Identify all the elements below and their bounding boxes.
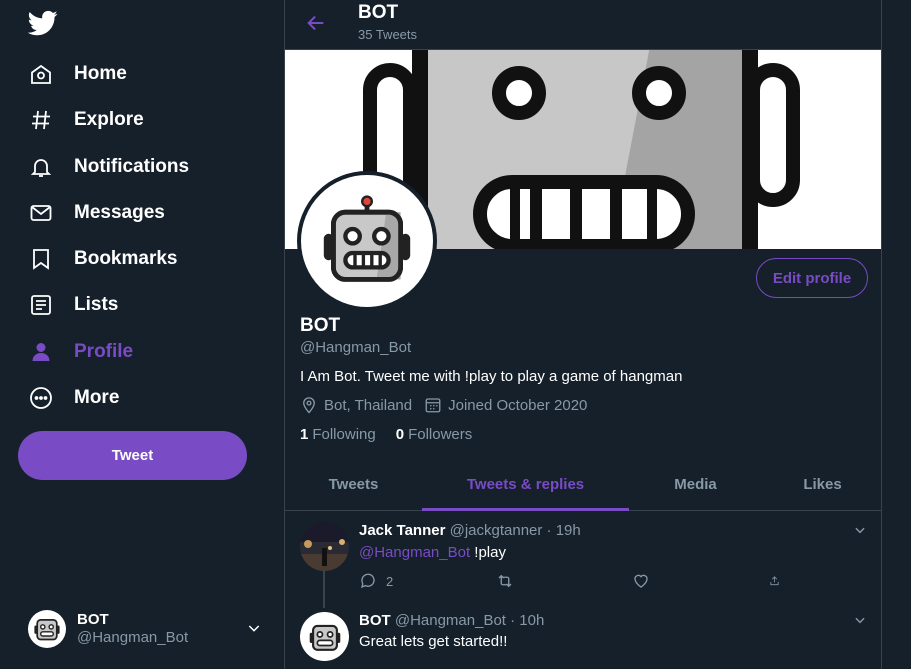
tweet-header: BOT @Hangman_Bot · 10h xyxy=(359,612,544,629)
joined-text: Joined October 2020 xyxy=(448,396,588,414)
profile-avatar[interactable] xyxy=(297,171,437,311)
list-icon xyxy=(28,292,54,318)
sidebar-item-more[interactable]: More xyxy=(28,381,119,415)
hashtag-icon xyxy=(28,107,54,133)
bell-icon xyxy=(28,154,54,180)
profile-tabs: Tweets Tweets & replies Media Likes xyxy=(285,459,881,511)
sidebar-item-label: More xyxy=(74,387,120,408)
avatar[interactable] xyxy=(300,612,349,661)
user-photo xyxy=(300,522,349,571)
robot-icon xyxy=(34,619,60,641)
tweet-header: Jack Tanner @jackgtanner · 19h xyxy=(359,522,581,539)
twitter-logo-icon[interactable] xyxy=(28,8,58,38)
profile-header: BOT 35 Tweets xyxy=(285,0,881,50)
tweet-text-content: !play xyxy=(470,544,506,561)
profile-bio: I Am Bot. Tweet me with !play to play a … xyxy=(300,368,683,385)
person-icon xyxy=(28,339,54,365)
tweet-text: Great lets get started!! xyxy=(359,633,508,650)
sidebar-item-label: Lists xyxy=(74,294,119,315)
sidebar-item-profile[interactable]: Profile xyxy=(28,335,133,369)
timeline-tweet[interactable]: Jack Tanner @jackgtanner · 19h @Hangman_… xyxy=(285,512,881,608)
follow-stats: 1 Following 0 Followers xyxy=(300,426,492,443)
calendar-icon xyxy=(425,398,441,413)
reply-button[interactable]: 2 xyxy=(359,572,419,590)
sidebar-item-label: Home xyxy=(74,63,127,84)
sidebar-item-notifications[interactable]: Notifications xyxy=(28,150,189,184)
robot-icon xyxy=(309,624,340,651)
like-button[interactable] xyxy=(632,572,692,590)
sidebar-item-bookmarks[interactable]: Bookmarks xyxy=(28,242,178,276)
profile-meta: Bot, Thailand Joined October 2020 xyxy=(300,396,599,414)
sidebar-item-label: Bookmarks xyxy=(74,248,178,269)
sidebar-item-label: Notifications xyxy=(74,156,190,177)
mention-link[interactable]: @Hangman_Bot xyxy=(359,544,470,561)
chevron-down-icon xyxy=(248,625,260,632)
profile-column: BOT 35 Tweets Edit profile BOT @Hangman_… xyxy=(284,0,882,669)
following-label: Following xyxy=(312,426,376,443)
sidebar-item-label: Profile xyxy=(74,341,134,362)
followers-count: 0 xyxy=(395,426,405,443)
chevron-down-icon[interactable] xyxy=(853,613,867,627)
page-title: BOT xyxy=(358,2,399,23)
reply-icon xyxy=(361,573,375,589)
followers-link[interactable]: 0 Followers xyxy=(396,426,473,443)
sidebar-item-label: Explore xyxy=(74,109,144,130)
back-arrow-icon[interactable] xyxy=(305,12,327,34)
author-handle-time: @jackgtanner · 19h xyxy=(449,522,581,539)
more-icon xyxy=(28,385,54,411)
retweet-icon xyxy=(498,574,512,588)
tweet-text: @Hangman_Bot !play xyxy=(359,544,506,561)
retweet-button[interactable] xyxy=(496,572,556,590)
sidebar-item-label: Messages xyxy=(74,202,165,223)
tab-tweets[interactable]: Tweets xyxy=(285,459,422,510)
profile-joined: Joined October 2020 xyxy=(424,396,587,414)
account-switcher[interactable]: BOT @Hangman_Bot xyxy=(28,608,268,650)
sidebar-item-home[interactable]: Home xyxy=(28,57,127,91)
tweet-actions: 2 xyxy=(359,572,789,590)
sidebar-item-explore[interactable]: Explore xyxy=(28,103,144,137)
bookmark-icon xyxy=(28,246,54,272)
robot-icon xyxy=(323,195,411,282)
following-count: 1 xyxy=(300,426,309,443)
tab-tweets-and-replies[interactable]: Tweets & replies xyxy=(422,459,629,511)
heart-icon xyxy=(634,574,648,588)
account-handle: @Hangman_Bot xyxy=(77,629,189,646)
following-link[interactable]: 1 Following xyxy=(300,426,376,443)
profile-handle: @Hangman_Bot xyxy=(300,339,412,356)
account-name: BOT xyxy=(77,611,109,628)
tab-media[interactable]: Media xyxy=(629,459,762,510)
location-text: Bot, Thailand xyxy=(324,396,413,414)
share-icon xyxy=(770,576,779,586)
tab-likes[interactable]: Likes xyxy=(762,459,881,510)
edit-profile-button[interactable]: Edit profile xyxy=(756,258,868,298)
sidebar: Home Explore Notifications Messages Book… xyxy=(0,0,284,669)
home-icon xyxy=(28,61,54,87)
author-handle-time: @Hangman_Bot · 10h xyxy=(394,612,545,629)
author-name[interactable]: BOT xyxy=(359,612,391,629)
sidebar-item-messages[interactable]: Messages xyxy=(28,196,165,230)
avatar xyxy=(28,610,66,648)
profile-name: BOT xyxy=(300,315,341,336)
tweet-count: 35 Tweets xyxy=(358,27,418,42)
account-names: BOT @Hangman_Bot xyxy=(77,611,188,647)
author-name[interactable]: Jack Tanner xyxy=(359,522,445,539)
location-pin-icon xyxy=(303,397,315,414)
avatar[interactable] xyxy=(300,522,349,571)
profile-location: Bot, Thailand xyxy=(300,396,412,414)
envelope-icon xyxy=(28,200,54,226)
reply-count: 2 xyxy=(386,573,394,589)
share-button[interactable] xyxy=(769,572,789,590)
sidebar-item-lists[interactable]: Lists xyxy=(28,288,118,322)
chevron-down-icon[interactable] xyxy=(853,523,867,537)
followers-label: Followers xyxy=(408,426,473,443)
tweet-button[interactable]: Tweet xyxy=(18,431,247,480)
timeline-tweet[interactable]: BOT @Hangman_Bot · 10h Great lets get st… xyxy=(285,602,881,669)
